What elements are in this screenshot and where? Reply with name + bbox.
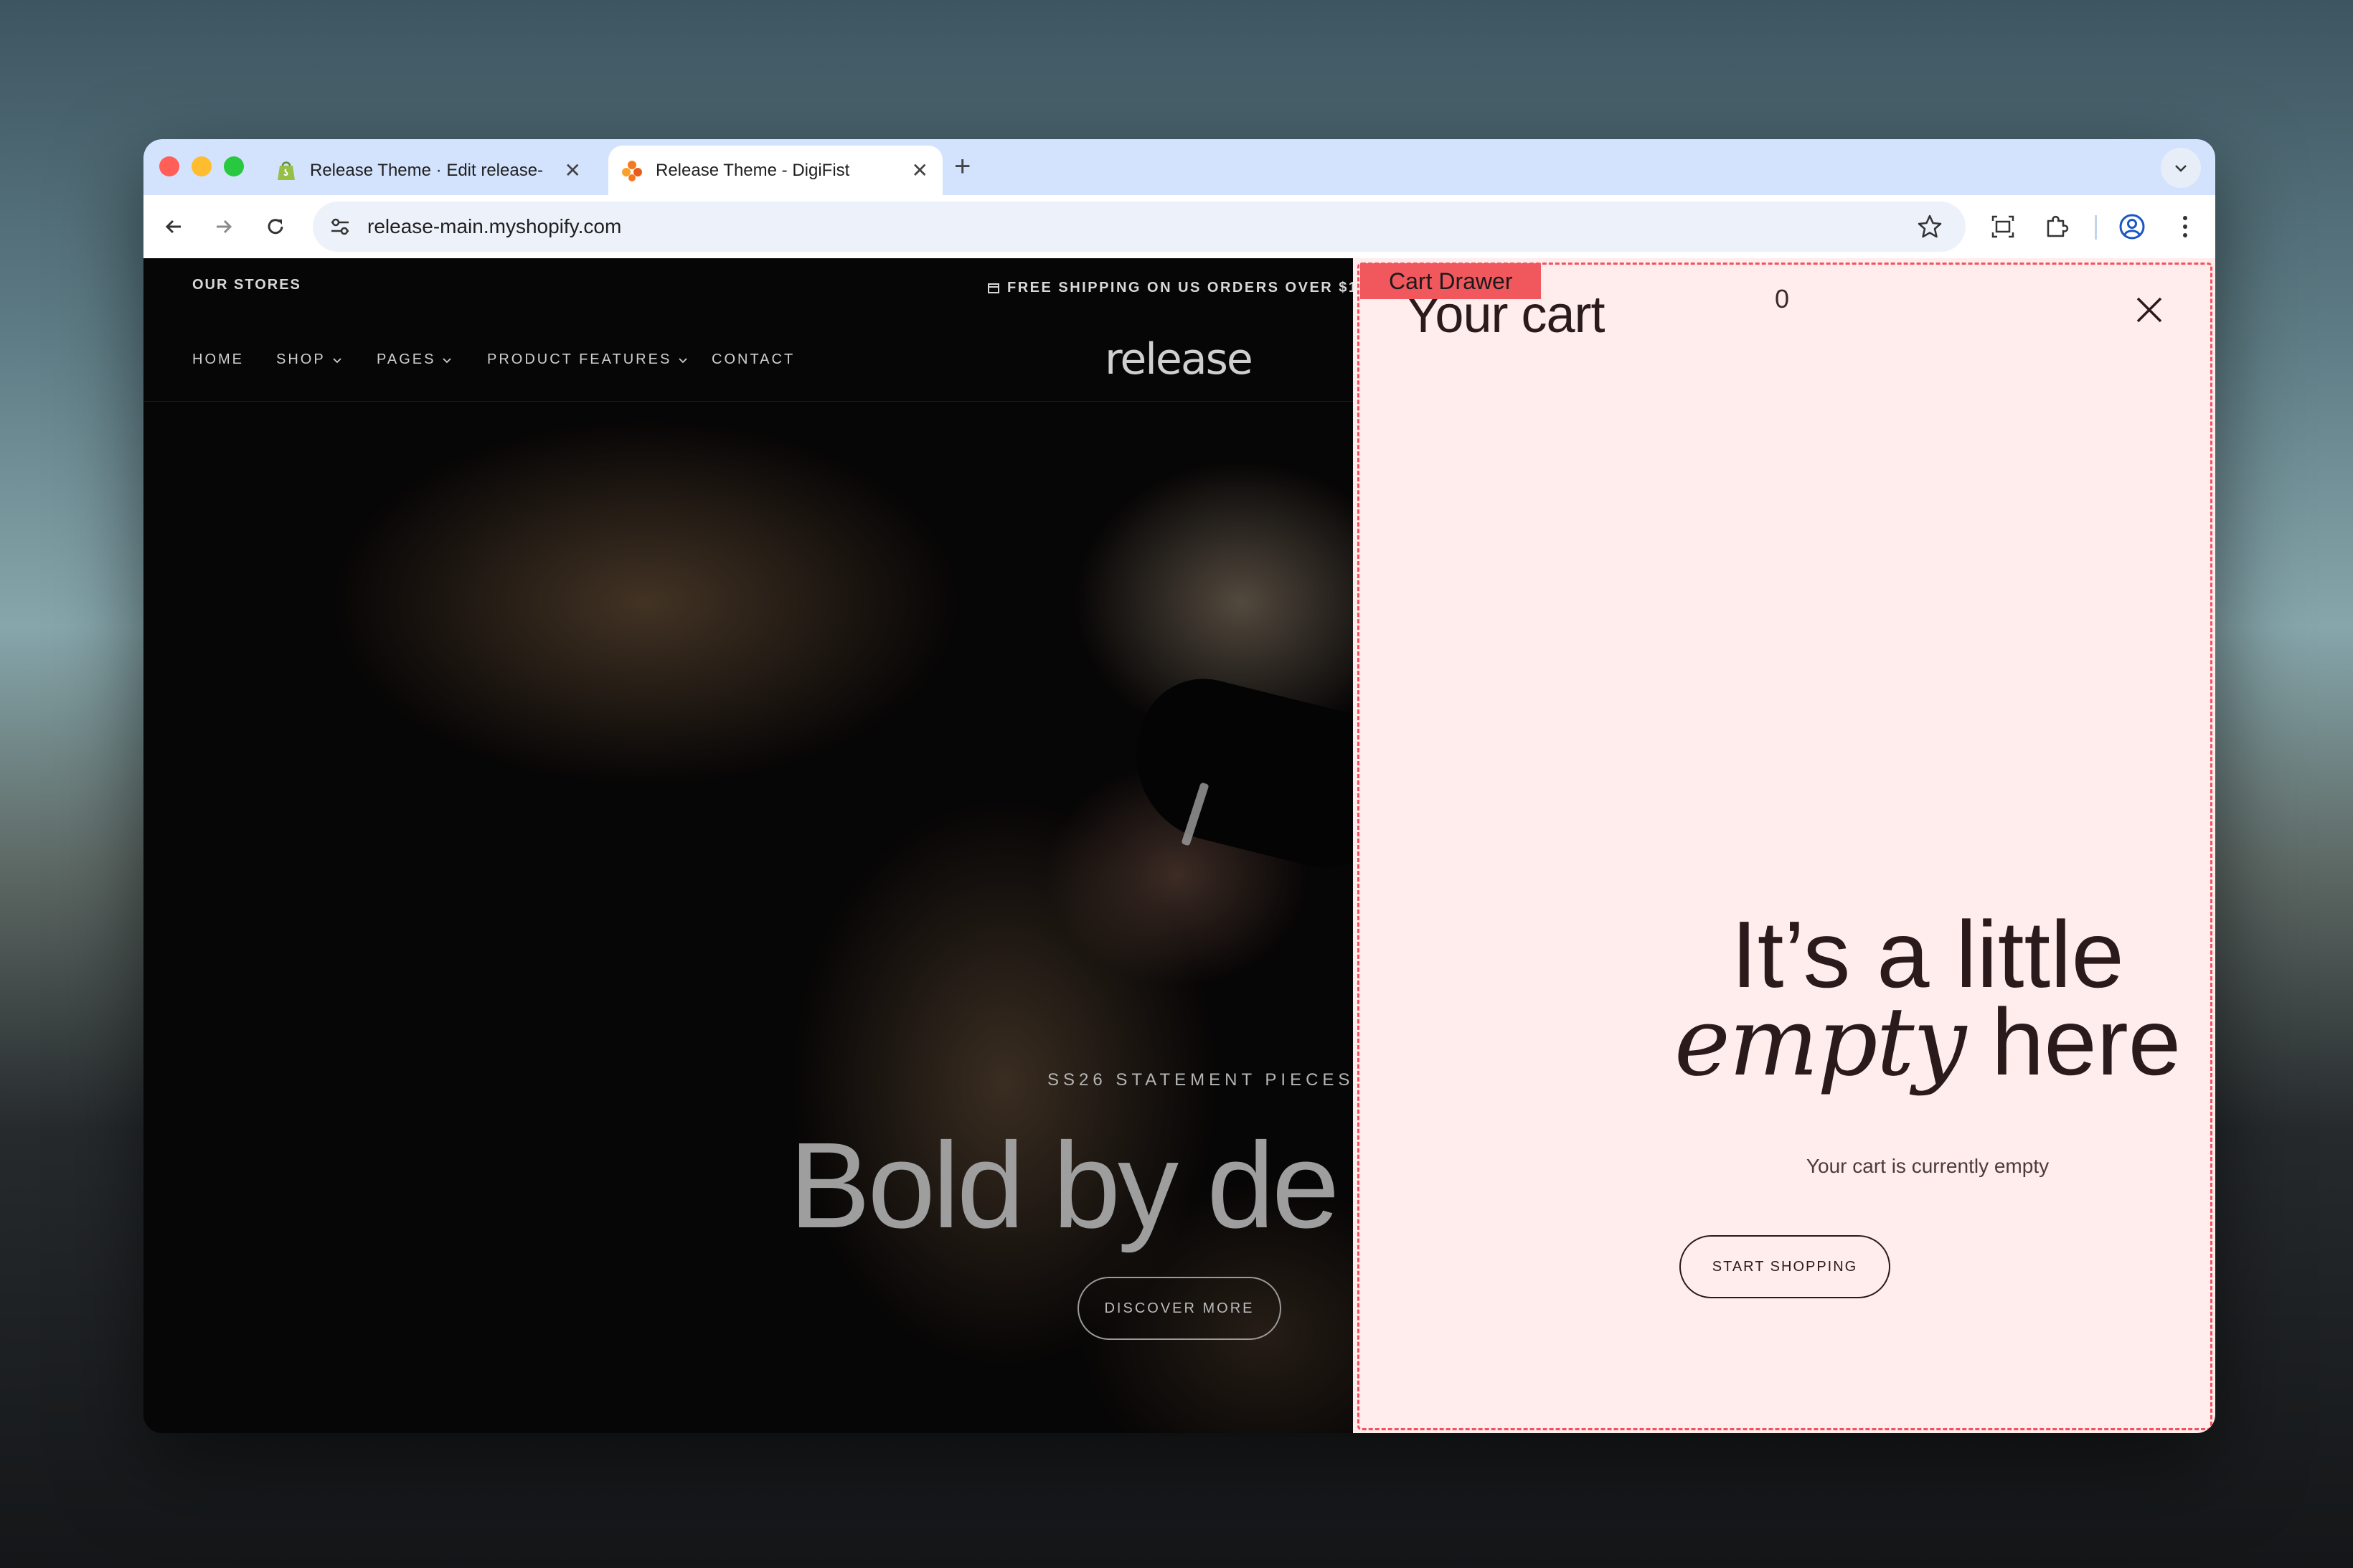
tab-search-button[interactable] <box>2161 148 2201 188</box>
more-vertical-icon <box>2183 216 2187 237</box>
tab-strip: Release Theme · Edit release- ✕ Release … <box>143 139 2215 195</box>
address-bar[interactable]: release-main.myshopify.com <box>313 202 1966 252</box>
cart-count: 0 <box>1775 284 1790 313</box>
page-viewport: OUR STORES FREE SHIPPING ON US ORDERS OV… <box>143 258 2215 1433</box>
tab-title: Release Theme - DigiFist <box>656 160 850 180</box>
hero-eyebrow: SS26 STATEMENT PIECES <box>1047 1070 1353 1090</box>
close-icon[interactable] <box>2132 293 2166 327</box>
start-shopping-button[interactable]: START SHOPPING <box>1679 1235 1890 1298</box>
nav-item-product-features[interactable]: PRODUCT FEATURES <box>487 351 689 368</box>
tab-release-theme[interactable]: Release Theme - DigiFist ✕ <box>608 146 943 195</box>
empty-headline-emphasis: empty <box>1674 987 1966 1097</box>
browser-window: Release Theme · Edit release- ✕ Release … <box>143 139 2215 1433</box>
nav-item-label: CONTACT <box>712 351 796 367</box>
digifist-icon <box>621 160 643 181</box>
shipping-announcement: FREE SHIPPING ON US ORDERS OVER $1 <box>987 280 1353 296</box>
screen-capture-button[interactable] <box>1987 211 2019 242</box>
extensions-button[interactable] <box>2040 211 2072 242</box>
nav-item-home[interactable]: HOME <box>192 351 244 368</box>
nav-item-shop[interactable]: SHOP <box>276 351 343 368</box>
screen-capture-icon <box>1991 215 2014 238</box>
url-text: release-main.myshopify.com <box>367 215 622 237</box>
close-icon[interactable]: ✕ <box>565 159 581 182</box>
forward-button[interactable] <box>208 211 240 242</box>
nav-item-label: SHOP <box>276 351 326 367</box>
puzzle-piece-icon <box>2047 215 2069 237</box>
hero-section: OUR STORES FREE SHIPPING ON US ORDERS OV… <box>143 258 1353 1433</box>
reload-icon <box>268 219 283 235</box>
our-stores-link[interactable]: OUR STORES <box>192 277 301 293</box>
arrow-right-icon <box>217 219 232 234</box>
empty-headline-rest: here <box>1991 989 2182 1095</box>
store-main-nav: HOME SHOP PAGES PRODUCT FEATURES CONTACT <box>143 316 1353 402</box>
bookmark-star-icon[interactable] <box>1915 212 1944 241</box>
chevron-down-icon <box>679 357 687 363</box>
shopify-bag-icon <box>275 160 297 181</box>
reload-button[interactable] <box>260 211 291 242</box>
browser-toolbar: release-main.myshopify.com <box>143 195 2215 258</box>
empty-headline-line1: It’s a little <box>1731 902 2124 1007</box>
store-logo[interactable]: release <box>1105 334 1253 384</box>
discover-more-button[interactable]: DISCOVER MORE <box>1078 1277 1281 1340</box>
new-tab-button[interactable]: + <box>954 152 971 181</box>
tab-shopify-editor[interactable]: Release Theme · Edit release- ✕ <box>265 146 595 195</box>
tab-title: Release Theme · Edit release- <box>310 160 544 180</box>
empty-cart-headline: It’s a little empty here <box>1428 902 2215 1090</box>
account-circle-icon <box>2119 214 2145 240</box>
site-settings-icon[interactable] <box>327 214 353 240</box>
close-icon[interactable]: ✕ <box>912 159 928 182</box>
hero-headline: Bold by de <box>789 1118 1339 1254</box>
empty-headline-line2: empty here <box>1428 995 2215 1090</box>
arrow-left-icon <box>165 219 181 234</box>
package-icon <box>988 283 999 293</box>
maximize-window-button[interactable] <box>224 156 244 176</box>
chevron-down-icon <box>443 357 452 363</box>
close-window-button[interactable] <box>159 156 179 176</box>
minimize-window-button[interactable] <box>192 156 212 176</box>
empty-cart-text: Your cart is currently empty <box>1806 1155 2050 1177</box>
chevron-down-icon <box>333 357 341 363</box>
nav-item-pages[interactable]: PAGES <box>377 351 453 368</box>
toolbar-divider <box>2095 215 2097 240</box>
nav-item-contact[interactable]: CONTACT <box>712 351 795 368</box>
chevron-down-icon <box>2175 165 2187 172</box>
announcement-bar: OUR STORES FREE SHIPPING ON US ORDERS OV… <box>143 258 1353 316</box>
drawer-backdrop[interactable] <box>143 258 1353 1433</box>
cart-drawer-tag: Cart Drawer <box>1360 263 1542 299</box>
back-button[interactable] <box>158 211 189 242</box>
shipping-text: FREE SHIPPING ON US ORDERS OVER $1 <box>1007 280 1353 296</box>
profile-button[interactable] <box>2116 211 2148 242</box>
nav-item-label: PRODUCT FEATURES <box>487 351 672 367</box>
nav-item-label: HOME <box>192 351 244 367</box>
browser-menu-button[interactable] <box>2169 211 2201 242</box>
nav-item-label: PAGES <box>377 351 436 367</box>
